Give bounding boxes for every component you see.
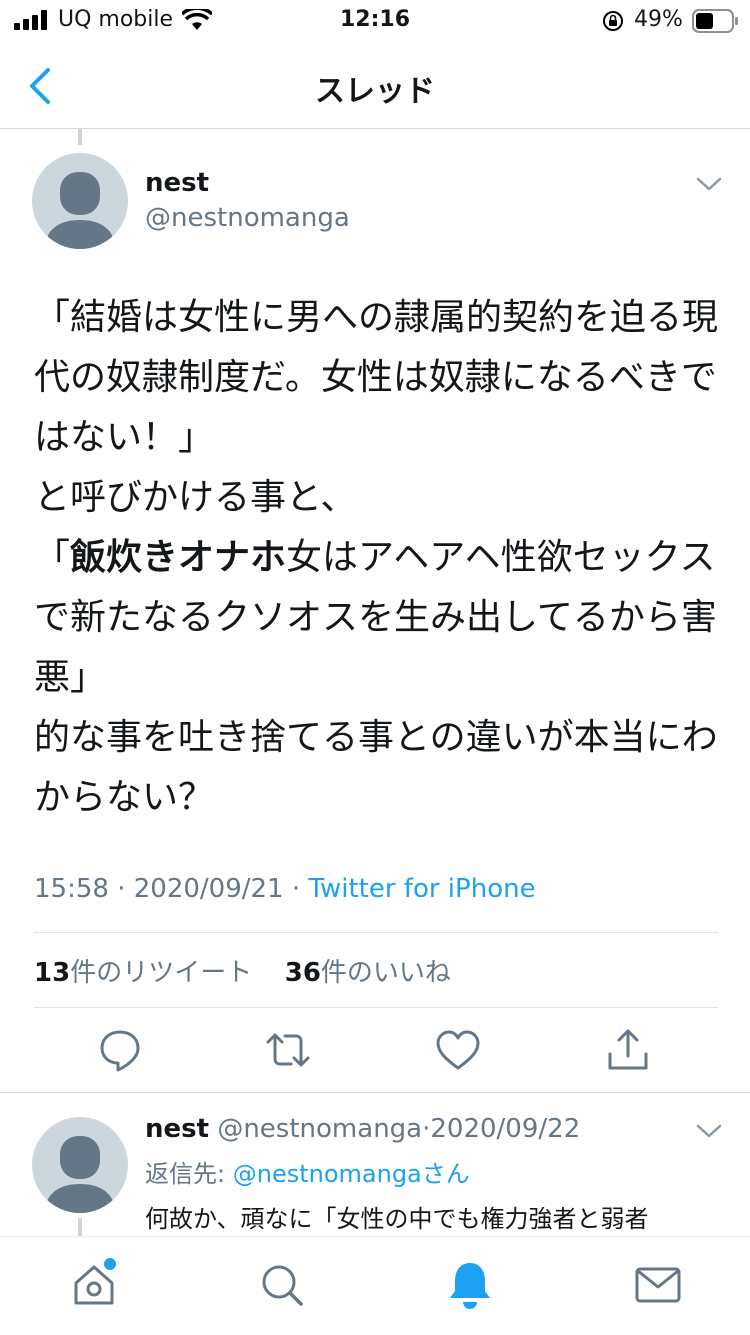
tweet-text: 「結婚は女性に男への隷属的契約を迫る現代の奴隷制度だ。女性は奴隷になるべきではな… <box>34 288 724 828</box>
default-profile-icon <box>44 1136 116 1213</box>
tweet-text-bold: 飯炊きオナホ <box>70 537 287 578</box>
separator-dot: · <box>117 874 126 904</box>
reply-avatar[interactable] <box>32 1117 128 1213</box>
tab-bar <box>0 1236 750 1335</box>
thread-line <box>78 1218 82 1236</box>
notifications-icon[interactable] <box>442 1257 498 1313</box>
author-handle[interactable]: @nestnomanga <box>145 203 350 233</box>
reply-text: 何故か、頑なに「女性の中でも権力強者と弱者 <box>145 1205 649 1233</box>
thread-line <box>78 129 82 145</box>
divider <box>34 932 718 933</box>
battery-percent: 49% <box>634 7 683 32</box>
reply-author-name[interactable]: nest <box>145 1114 209 1144</box>
retweet-icon[interactable] <box>264 1026 312 1074</box>
default-profile-icon <box>44 172 116 249</box>
tweet-meta: 15:58 · 2020/09/21 · Twitter for iPhone <box>34 874 536 904</box>
reply-to-handle[interactable]: @nestnomangaさん <box>233 1160 470 1188</box>
status-bar: UQ mobile 12:16 49% <box>0 0 750 42</box>
page-title: スレッド <box>315 74 435 109</box>
reply-icon[interactable] <box>96 1026 144 1074</box>
likes-link[interactable]: 36件のいいね <box>285 958 451 988</box>
reply-to-line: 返信先: @nestnomangaさん <box>145 1154 470 1189</box>
search-icon[interactable] <box>254 1257 310 1313</box>
separator-dot: · <box>291 874 301 904</box>
retweets-link[interactable]: 13件のリツイート <box>34 958 252 988</box>
divider <box>0 1092 750 1093</box>
home-icon[interactable] <box>66 1257 122 1313</box>
retweet-label: 件のリツイート <box>70 958 253 988</box>
retweet-count: 13 <box>34 958 71 988</box>
avatar[interactable] <box>32 153 128 249</box>
reply-author-handle[interactable]: @nestnomanga <box>217 1114 422 1144</box>
like-count: 36 <box>284 958 321 988</box>
reply-to-label: 返信先: <box>145 1160 226 1188</box>
like-label: 件のいいね <box>320 958 451 988</box>
battery-icon <box>692 9 738 33</box>
orientation-lock-icon <box>603 11 623 31</box>
tweet-date: 2020/09/21 <box>133 874 284 904</box>
chevron-down-icon[interactable] <box>696 175 722 193</box>
engagement-counts: 13件のリツイート 36件のいいね <box>34 952 451 989</box>
like-icon[interactable] <box>434 1026 482 1074</box>
tweet-text-part: 女はアヘアヘ性欲セックスで新たなるクソオスを生み出してるから害悪」 的な事を吐き… <box>34 537 718 818</box>
author-name[interactable]: nest <box>145 168 209 198</box>
chevron-down-icon[interactable] <box>696 1122 722 1140</box>
tweet-source-link[interactable]: Twitter for iPhone <box>308 874 535 904</box>
messages-icon[interactable] <box>630 1257 686 1313</box>
divider <box>34 1007 718 1008</box>
tweet-text-part: 「結婚は女性に男への隷属的契約を迫る現代の奴隷制度だ。女性は奴隷になるべきではな… <box>34 297 719 578</box>
tweet-time: 15:58 <box>34 874 109 904</box>
reply-date: 2020/09/22 <box>430 1114 581 1144</box>
share-icon[interactable] <box>604 1026 652 1074</box>
reply-header: nest @nestnomanga·2020/09/22 <box>145 1114 580 1144</box>
nav-bar: スレッド <box>0 42 750 129</box>
